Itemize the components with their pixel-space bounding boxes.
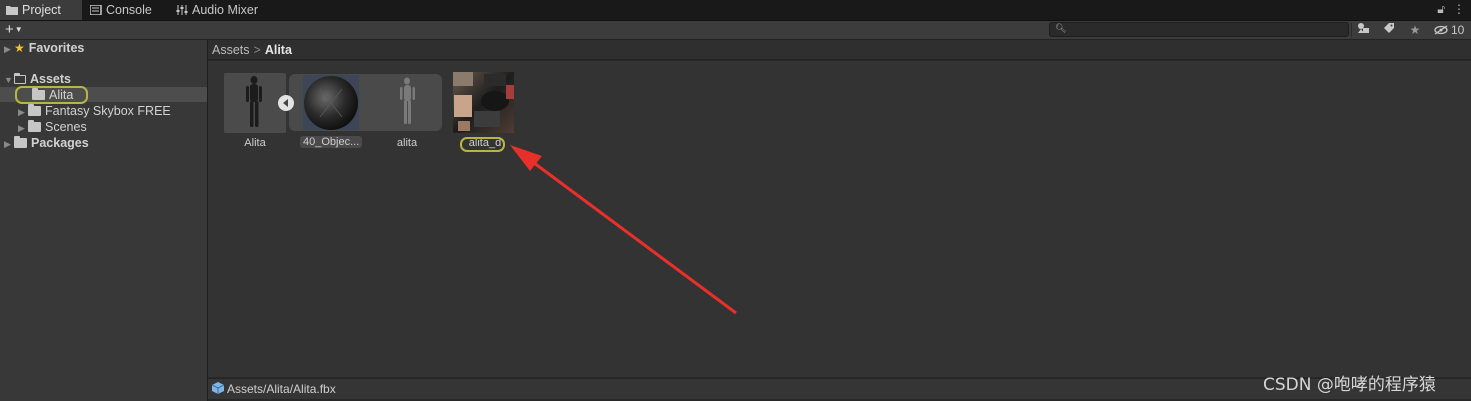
star-icon: ★ bbox=[14, 41, 25, 55]
folder-open-icon bbox=[13, 72, 26, 84]
search-icon: 🔍︎ bbox=[1055, 23, 1067, 33]
tree-item-favorites-label: Favorites bbox=[28, 41, 85, 55]
tree-item-favorites[interactable]: ▶ ★ Favorites bbox=[4, 40, 84, 56]
tree-item-scenes-label: Scenes bbox=[45, 120, 87, 134]
tree-item-scenes[interactable]: ▶ Scenes bbox=[18, 119, 87, 135]
folder-icon bbox=[32, 88, 45, 100]
tab-console[interactable]: Console bbox=[84, 0, 152, 20]
expand-arrow-icon[interactable]: ▶ bbox=[4, 41, 14, 57]
window-tab-bar: Project Console Audio Mixer 🔓︎ ⋮ bbox=[0, 0, 1471, 21]
create-dropdown-button[interactable]: +▼ bbox=[5, 21, 23, 39]
chevron-right-icon: > bbox=[253, 43, 261, 57]
search-field[interactable]: 🔍︎ bbox=[1049, 22, 1349, 37]
hidden-packages-toggle[interactable]: 10 bbox=[1430, 21, 1468, 39]
asset-label-alita-mesh: alita bbox=[396, 137, 418, 149]
eye-slash-icon bbox=[1433, 23, 1451, 37]
tab-project[interactable]: Project bbox=[0, 0, 82, 20]
tab-project-label: Project bbox=[22, 3, 61, 17]
expand-arrow-icon[interactable]: ▶ bbox=[18, 104, 28, 120]
hidden-packages-count: 10 bbox=[1450, 23, 1465, 37]
asset-grid-canvas bbox=[224, 72, 737, 315]
tree-item-assets-label: Assets bbox=[30, 72, 71, 86]
tree-item-fantasy-skybox[interactable]: ▶ Fantasy Skybox FREE bbox=[18, 103, 171, 119]
folder-icon bbox=[28, 104, 41, 116]
model-file-icon bbox=[211, 379, 225, 399]
expand-arrow-icon[interactable]: ▶ bbox=[4, 136, 14, 152]
search-by-label-icon[interactable] bbox=[1378, 21, 1400, 39]
asset-label-alita-model: Alita bbox=[244, 137, 266, 149]
chevron-down-icon: ▼ bbox=[14, 25, 23, 34]
tree-item-packages[interactable]: ▶ Packages bbox=[4, 135, 89, 151]
breadcrumb: Assets > Alita bbox=[208, 40, 1471, 60]
search-by-type-icon[interactable] bbox=[1353, 21, 1375, 39]
folder-icon bbox=[28, 120, 41, 132]
toolbar-divider bbox=[1351, 23, 1352, 37]
project-toolbar: +▼ 🔍︎ ★ 10 bbox=[0, 21, 1471, 40]
breadcrumb-alita[interactable]: Alita bbox=[265, 43, 292, 57]
lock-icon[interactable]: 🔓︎ bbox=[1437, 2, 1445, 16]
collapse-arrow-icon[interactable]: ▼ bbox=[4, 72, 14, 88]
tree-item-alita-label: Alita bbox=[49, 88, 74, 102]
watermark: CSDN @咆哮的程序猿 bbox=[1263, 375, 1436, 395]
tree-item-alita[interactable]: Alita bbox=[32, 87, 73, 103]
folder-icon bbox=[14, 136, 27, 148]
expanded-model-subassets bbox=[278, 74, 442, 131]
tree-item-packages-label: Packages bbox=[31, 136, 89, 150]
asset-thumb-alita-d-texture[interactable] bbox=[453, 72, 514, 133]
search-input[interactable] bbox=[1066, 23, 1344, 36]
asset-grid: Alita 40_Objec... alita alita_d bbox=[208, 61, 1471, 377]
annotation-arrow bbox=[510, 145, 737, 315]
favorites-filter-icon[interactable]: ★ bbox=[1404, 21, 1426, 39]
console-icon bbox=[89, 1, 102, 21]
window-controls: 🔓︎ ⋮ bbox=[1429, 2, 1465, 17]
tree-item-assets[interactable]: ▼ Assets bbox=[4, 71, 71, 87]
asset-thumb-alita-model[interactable] bbox=[224, 73, 286, 133]
tab-console-label: Console bbox=[106, 3, 152, 17]
expand-arrow-icon[interactable]: ▶ bbox=[18, 120, 28, 136]
plus-icon: + bbox=[5, 21, 14, 38]
folder-icon bbox=[6, 1, 18, 21]
asset-label-alita-d: alita_d bbox=[468, 137, 502, 149]
asset-label-40-object: 40_Objec... bbox=[300, 136, 363, 148]
tab-audio-mixer-label: Audio Mixer bbox=[192, 3, 258, 17]
mixer-icon bbox=[176, 1, 188, 21]
selected-asset-path: Assets/Alita/Alita.fbx bbox=[227, 382, 336, 396]
more-options-icon[interactable]: ⋮ bbox=[1453, 2, 1465, 16]
tab-audio-mixer[interactable]: Audio Mixer bbox=[170, 0, 258, 20]
breadcrumb-assets[interactable]: Assets bbox=[212, 43, 250, 57]
tree-item-fantasy-skybox-label: Fantasy Skybox FREE bbox=[45, 104, 171, 118]
project-folder-tree: ▶ ★ Favorites ▼ Assets Alita ▶ Fantasy Skybo… bbox=[0, 40, 208, 401]
